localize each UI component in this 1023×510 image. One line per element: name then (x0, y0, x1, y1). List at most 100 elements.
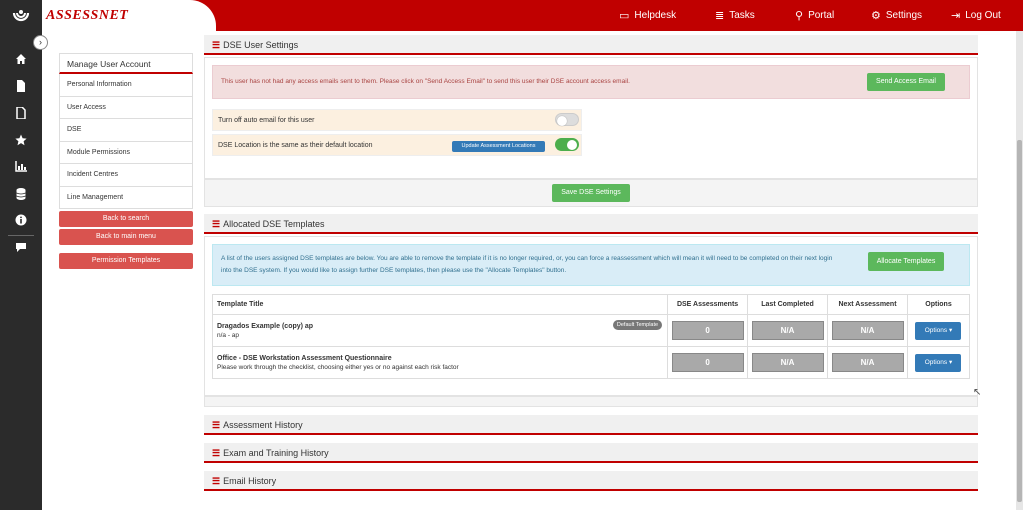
nav-tasks[interactable]: ≣ Tasks (715, 0, 755, 31)
template-title-cell: Dragados Example (copy) ap n/a - ap Defa… (211, 314, 669, 347)
templates-info-alert: A list of the users assigned DSE templat… (212, 244, 970, 286)
options-cell: Options ▾ (906, 314, 971, 347)
update-assessment-locations-button[interactable]: Update Assessment Locations (452, 141, 545, 152)
app-logo-icon[interactable] (0, 7, 42, 28)
menu-bars-icon: ☰ (212, 448, 221, 458)
auto-email-label: Turn off auto email for this user (218, 117, 315, 124)
exam-training-history-header[interactable]: ☰ Exam and Training History (204, 443, 978, 463)
email-history-title: Email History (223, 476, 277, 486)
sidebar-divider (8, 235, 34, 236)
next-assessment-cell: N/A (827, 346, 908, 379)
col-dse-assessments: DSE Assessments (667, 294, 749, 315)
templates-info-text: A list of the users assigned DSE templat… (221, 255, 833, 274)
assessnet-logo[interactable]: ASSESSNET (46, 8, 128, 24)
settings-icon: ⚙ (871, 10, 881, 22)
allocate-templates-button[interactable]: Allocate Templates (868, 252, 944, 271)
dse-settings-header[interactable]: ☰ DSE User Settings (204, 35, 978, 55)
last-completed-cell: N/A (747, 346, 829, 379)
info-icon[interactable] (0, 214, 42, 229)
last-completed-value: N/A (751, 321, 824, 340)
menu-bars-icon: ☰ (212, 219, 221, 229)
menu-bars-icon: ☰ (212, 476, 221, 486)
assessments-count: 0 (671, 321, 744, 340)
next-assessment-value: N/A (831, 353, 904, 372)
mouse-cursor-icon: ↖ (973, 387, 982, 398)
nav-settings[interactable]: ⚙ Settings (871, 0, 922, 31)
nav-helpdesk-label: Helpdesk (634, 10, 677, 21)
document-icon[interactable] (0, 80, 42, 95)
menu-item-incident-centres[interactable]: Incident Centres (59, 164, 193, 187)
auto-email-row: Turn off auto email for this user (212, 109, 582, 131)
template-title: Dragados Example (copy) ap (217, 322, 314, 330)
chart-icon[interactable] (0, 161, 42, 175)
next-assessment-cell: N/A (827, 314, 908, 347)
templates-header[interactable]: ☰ Allocated DSE Templates (204, 214, 978, 234)
nav-logout-label: Log Out (965, 10, 1001, 21)
nav-portal-label: Portal (808, 10, 835, 21)
template-subtitle: n/a - ap (217, 331, 240, 339)
helpdesk-icon: ▭ (619, 10, 630, 22)
menu-item-personal-information[interactable]: Personal Information (59, 74, 193, 97)
table-header-row: Template Title DSE Assessments Last Comp… (211, 294, 971, 315)
assessments-count: 0 (671, 353, 744, 372)
nav-portal[interactable]: ⚲ Portal (795, 0, 834, 31)
auto-email-toggle[interactable] (555, 113, 579, 126)
col-options: Options (906, 294, 971, 315)
home-icon[interactable] (0, 53, 42, 68)
back-to-search-button[interactable]: Back to search (59, 211, 193, 227)
email-history-header[interactable]: ☰ Email History (204, 471, 978, 491)
exam-training-history-title: Exam and Training History (223, 448, 329, 458)
assessment-history-title: Assessment History (223, 420, 303, 430)
logout-icon: ⇥ (951, 10, 961, 22)
dse-location-label: DSE Location is the same as their defaul… (218, 142, 373, 149)
template-subtitle: Please work through the checklist, choos… (217, 363, 459, 371)
col-template-title: Template Title (211, 294, 669, 315)
portal-icon: ⚲ (795, 10, 804, 22)
access-email-alert-text: This user has not had any access emails … (221, 78, 630, 85)
options-dropdown-button[interactable]: Options ▾ (915, 353, 962, 372)
templates-title: Allocated DSE Templates (223, 219, 325, 229)
save-dse-settings-button[interactable]: Save DSE Settings (552, 184, 630, 202)
scrollbar-thumb[interactable] (1017, 140, 1022, 502)
manage-user-menu: Manage User Account Personal Information… (59, 53, 193, 209)
table-row: Dragados Example (copy) ap n/a - ap Defa… (211, 314, 971, 347)
last-completed-cell: N/A (747, 314, 829, 347)
nav-helpdesk[interactable]: ▭ Helpdesk (619, 0, 676, 31)
col-last-completed: Last Completed (747, 294, 829, 315)
database-icon[interactable] (0, 188, 42, 203)
template-title: Office - DSE Workstation Assessment Ques… (217, 354, 392, 362)
sidebar-collapse-button[interactable]: › (33, 35, 48, 50)
default-template-badge: Default Template (612, 320, 663, 330)
menu-item-dse[interactable]: DSE (59, 119, 193, 142)
nav-tasks-label: Tasks (729, 10, 755, 21)
menu-bars-icon: ☰ (212, 420, 221, 430)
menu-bars-icon: ☰ (212, 40, 221, 50)
chat-icon[interactable] (0, 242, 42, 256)
menu-title: Manage User Account (59, 53, 193, 74)
col-next-assessment: Next Assessment (827, 294, 908, 315)
menu-item-line-management[interactable]: Line Management (59, 186, 193, 209)
last-completed-value: N/A (751, 353, 824, 372)
options-dropdown-button[interactable]: Options ▾ (915, 321, 962, 340)
file-icon[interactable] (0, 106, 42, 122)
permission-templates-button[interactable]: Permission Templates (59, 253, 193, 269)
assessments-cell: 0 (667, 346, 749, 379)
access-email-alert: This user has not had any access emails … (212, 65, 970, 99)
options-cell: Options ▾ (906, 346, 971, 379)
send-access-email-button[interactable]: Send Access Email (867, 73, 945, 91)
nav-settings-label: Settings (885, 10, 923, 21)
menu-item-user-access[interactable]: User Access (59, 96, 193, 119)
assessments-cell: 0 (667, 314, 749, 347)
menu-item-module-permissions[interactable]: Module Permissions (59, 141, 193, 164)
template-title-cell: Office - DSE Workstation Assessment Ques… (211, 346, 669, 379)
chevron-right-icon: › (39, 37, 42, 47)
back-to-main-menu-button[interactable]: Back to main menu (59, 229, 193, 245)
nav-logout[interactable]: ⇥ Log Out (951, 0, 1001, 31)
dse-location-toggle[interactable] (555, 138, 579, 151)
logo-text-net: NET (98, 8, 129, 23)
assessment-history-header[interactable]: ☰ Assessment History (204, 415, 978, 435)
star-icon[interactable] (0, 134, 42, 149)
logo-text-assess: ASSESS (46, 8, 99, 23)
templates-table: Template Title DSE Assessments Last Comp… (211, 294, 971, 379)
next-assessment-value: N/A (831, 321, 904, 340)
